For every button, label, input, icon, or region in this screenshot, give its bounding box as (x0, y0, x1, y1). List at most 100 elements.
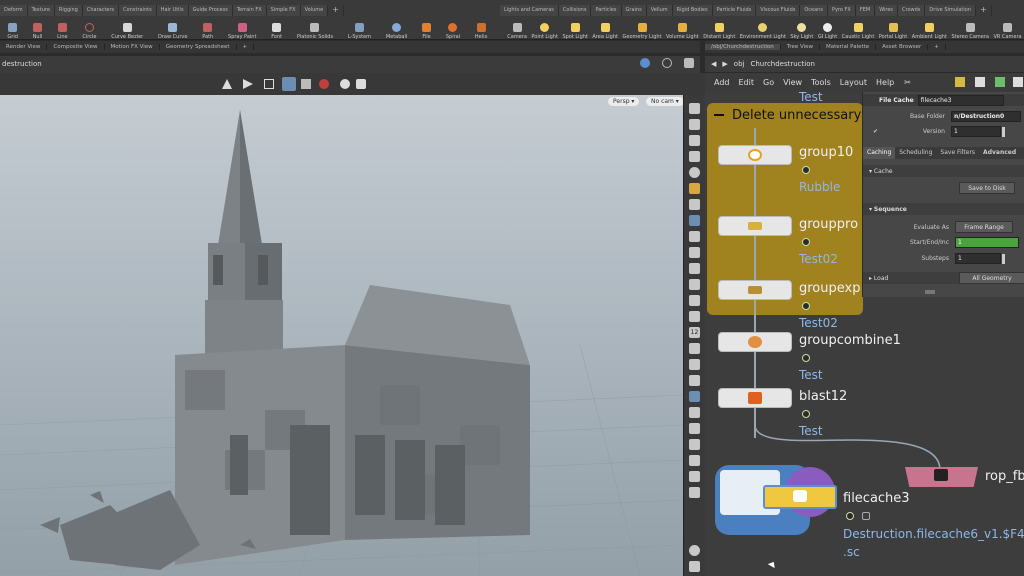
menu-go[interactable]: Go (763, 78, 774, 87)
record-icon[interactable] (319, 79, 329, 89)
shelf-tab[interactable]: Pyro FX (827, 5, 856, 16)
grid-view-icon[interactable] (1013, 77, 1023, 87)
metaball-tool[interactable]: Metaball (386, 17, 407, 40)
point-light-tool[interactable]: Point Light (531, 17, 558, 40)
ghost-icon[interactable] (689, 423, 700, 434)
snap-curve-icon[interactable] (264, 79, 274, 89)
points-icon[interactable] (689, 263, 700, 274)
settings-icon[interactable] (684, 58, 694, 68)
base-folder-field[interactable]: n/Destruction0 (951, 111, 1021, 122)
load-dropdown[interactable]: All Geometry (959, 272, 1024, 284)
version-slider[interactable] (1002, 126, 1005, 137)
menu-edit[interactable]: Edit (739, 78, 755, 87)
display-options-icon[interactable] (356, 79, 366, 89)
null-tool[interactable]: Null (33, 17, 42, 40)
start-field[interactable]: 1 (955, 237, 1019, 248)
viewport-path[interactable]: destruction (2, 60, 42, 68)
record-icon[interactable] (689, 545, 700, 556)
ambient-light-tool[interactable]: Ambient Light (912, 17, 947, 40)
spiral-tool[interactable]: Spiral (446, 17, 460, 40)
primitive-icon[interactable] (689, 279, 700, 290)
back-icon[interactable]: ◀ (711, 60, 716, 68)
tab-composite-view[interactable]: Composite View (47, 44, 105, 50)
tab-geometry-spreadsheet[interactable]: Geometry Spreadsheet (160, 44, 237, 50)
shelf-tab[interactable]: Grains (621, 5, 647, 16)
shelf-tab[interactable]: Texture (27, 5, 55, 16)
menu-add[interactable]: Add (714, 78, 730, 87)
caustic-light-tool[interactable]: Caustic Light (842, 17, 874, 40)
globe-icon[interactable] (640, 58, 650, 68)
sphere-icon[interactable] (689, 167, 700, 178)
3d-viewport[interactable] (0, 95, 683, 576)
vr-camera-tool[interactable]: VR Camera (994, 17, 1022, 40)
display-flag-icon[interactable] (802, 302, 810, 310)
path-node[interactable]: Churchdestruction (750, 60, 814, 68)
shelf-tab[interactable]: Vellum (646, 5, 673, 16)
shelf-tab[interactable]: Constraints (119, 5, 157, 16)
path-obj[interactable]: obj (734, 60, 745, 68)
panel-resize-handle[interactable] (925, 290, 935, 294)
save-to-disk-button[interactable]: Save to Disk (959, 182, 1015, 194)
collapse-icon[interactable] (714, 114, 724, 116)
checkbox-icon[interactable]: ✔ (863, 128, 883, 135)
section-cache[interactable]: ▾ Cache (863, 165, 1024, 177)
shelf-tab[interactable]: Drive Simulation (925, 5, 976, 16)
portal-light-tool[interactable]: Portal Light (879, 17, 907, 40)
list-icon[interactable] (975, 77, 985, 87)
add-pane-tab-button[interactable]: + (928, 44, 946, 50)
shelf-tab[interactable]: Particle Fluids (712, 5, 757, 16)
shelf-tab[interactable]: Viscous Fluids (756, 5, 801, 16)
shelf-tab[interactable]: Simple FX (266, 5, 301, 16)
circle-tool[interactable]: Circle (82, 17, 96, 40)
distant-light-tool[interactable]: Distant Light (703, 17, 735, 40)
shelf-tab[interactable]: Terrain FX (232, 5, 267, 16)
shelf-tab[interactable]: Hair Utils (156, 5, 189, 16)
add-pane-tab-button[interactable]: + (237, 44, 255, 50)
substeps-slider[interactable] (1002, 253, 1005, 264)
path-tool[interactable]: Path (202, 17, 213, 40)
tab-motion-fx-view[interactable]: Motion FX View (105, 44, 160, 50)
menu-view[interactable]: View (783, 78, 802, 87)
bulb-icon[interactable] (689, 183, 700, 194)
display-flag-icon[interactable] (846, 512, 854, 520)
shelf-tab[interactable]: Crowds (898, 5, 926, 16)
shelf-tab[interactable]: Particles (591, 5, 622, 16)
display-flag-icon[interactable] (802, 166, 810, 174)
display-icon[interactable] (689, 103, 700, 114)
shadow-icon[interactable] (689, 455, 700, 466)
add-tab-button[interactable]: + (976, 5, 992, 16)
tab-material-palette[interactable]: Material Palette (820, 44, 877, 50)
shelf-tab[interactable]: FEM (855, 5, 876, 16)
select-icon[interactable] (689, 215, 700, 226)
background-icon[interactable] (689, 391, 700, 402)
camera-dropdown[interactable]: No cam ▾ (646, 97, 684, 106)
guide-icon[interactable] (689, 359, 700, 370)
file-tool[interactable]: File (422, 17, 432, 40)
substeps-field[interactable]: 1 (955, 253, 1001, 264)
forward-icon[interactable]: ▶ (722, 60, 727, 68)
particles-icon[interactable] (689, 471, 700, 482)
tab-caching[interactable]: Caching (863, 147, 896, 159)
sky-light-tool[interactable]: Sky Light (790, 17, 813, 40)
shelf-tab[interactable]: Oceans (800, 5, 828, 16)
grab-icon[interactable] (689, 561, 700, 572)
shelf-tab[interactable]: Wires (875, 5, 899, 16)
menu-help[interactable]: Help (876, 78, 894, 87)
shelf-tab[interactable]: Volume (300, 5, 329, 16)
tab-scheduling[interactable]: Scheduling (895, 147, 936, 159)
shading-icon[interactable] (689, 151, 700, 162)
xray-icon[interactable] (689, 407, 700, 418)
evaluate-as-dropdown[interactable]: Frame Range (955, 221, 1013, 233)
tab-render-view[interactable]: Render View (0, 44, 48, 50)
area-light-tool[interactable]: Area Light (592, 17, 618, 40)
shelf-tab[interactable]: Collisions (558, 5, 592, 16)
vertex-icon[interactable] (689, 295, 700, 306)
shelf-tab[interactable]: Lights and Cameras (500, 5, 559, 16)
node-grouppro[interactable] (718, 216, 792, 236)
curve-bezier-tool[interactable]: Curve Bezier (111, 17, 143, 40)
sketch-icon[interactable] (689, 375, 700, 386)
camera-tool[interactable]: Camera (507, 17, 527, 40)
persp-dropdown[interactable]: Persp ▾ (608, 97, 640, 106)
tools-icon[interactable]: ✂ (904, 78, 911, 87)
section-sequence[interactable]: ▾ Sequence (863, 203, 1024, 215)
